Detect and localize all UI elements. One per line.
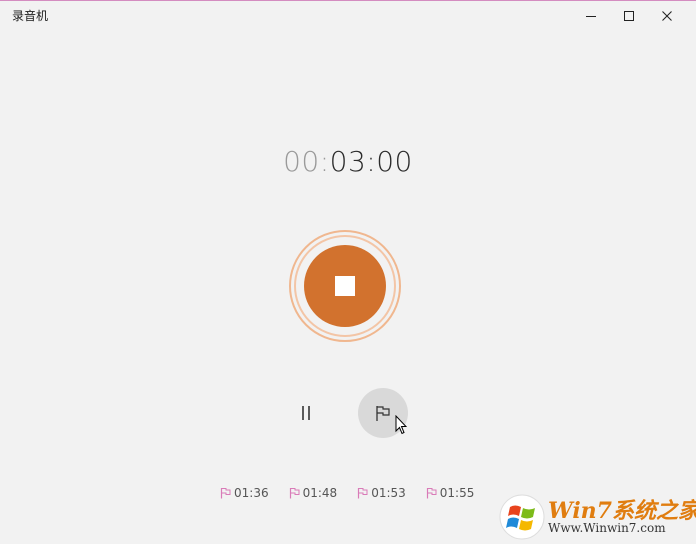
marker-time: 01:36 xyxy=(234,486,269,500)
record-control xyxy=(289,230,401,342)
minimize-button[interactable] xyxy=(572,1,610,31)
timer-hours: 00: xyxy=(283,145,330,178)
flag-icon xyxy=(289,488,300,499)
close-icon xyxy=(662,11,672,21)
close-button[interactable] xyxy=(648,1,686,31)
marker-time: 01:53 xyxy=(371,486,406,500)
flag-icon xyxy=(358,488,368,499)
pause-button[interactable] xyxy=(285,392,327,434)
recording-timer: 00:03:00 xyxy=(0,145,696,178)
minimize-icon xyxy=(586,16,596,17)
title-bar[interactable]: 录音机 xyxy=(0,1,696,31)
windows-logo-icon xyxy=(499,494,545,540)
mouse-cursor-icon xyxy=(395,415,407,435)
flag-icon xyxy=(426,488,437,499)
stop-recording-button[interactable] xyxy=(304,245,386,327)
flag-icon xyxy=(376,406,390,421)
pause-icon xyxy=(302,406,310,420)
watermark-url: Www.Winwin7.com xyxy=(548,521,666,535)
marker-time: 01:55 xyxy=(439,486,475,500)
window-title: 录音机 xyxy=(12,9,49,23)
flag-icon xyxy=(220,488,231,499)
marker-item[interactable]: 01:36 xyxy=(220,484,269,502)
stop-square-icon xyxy=(335,276,355,296)
marker-item[interactable]: 01:55 xyxy=(426,484,475,502)
voice-recorder-window: 录音机 00:03:00 01:36 01:48 01:53 01:55 Win… xyxy=(0,0,696,544)
maximize-icon xyxy=(624,11,634,21)
maximize-button[interactable] xyxy=(610,1,648,31)
watermark: Win7系统之家 Www.Winwin7.com xyxy=(498,491,696,544)
marker-time: 01:48 xyxy=(302,486,338,500)
marker-list: 01:36 01:48 01:53 01:55 xyxy=(220,484,474,502)
marker-item[interactable]: 01:53 xyxy=(357,484,406,502)
timer-minutes-seconds: 03:00 xyxy=(329,145,413,178)
marker-item[interactable]: 01:48 xyxy=(289,484,338,502)
